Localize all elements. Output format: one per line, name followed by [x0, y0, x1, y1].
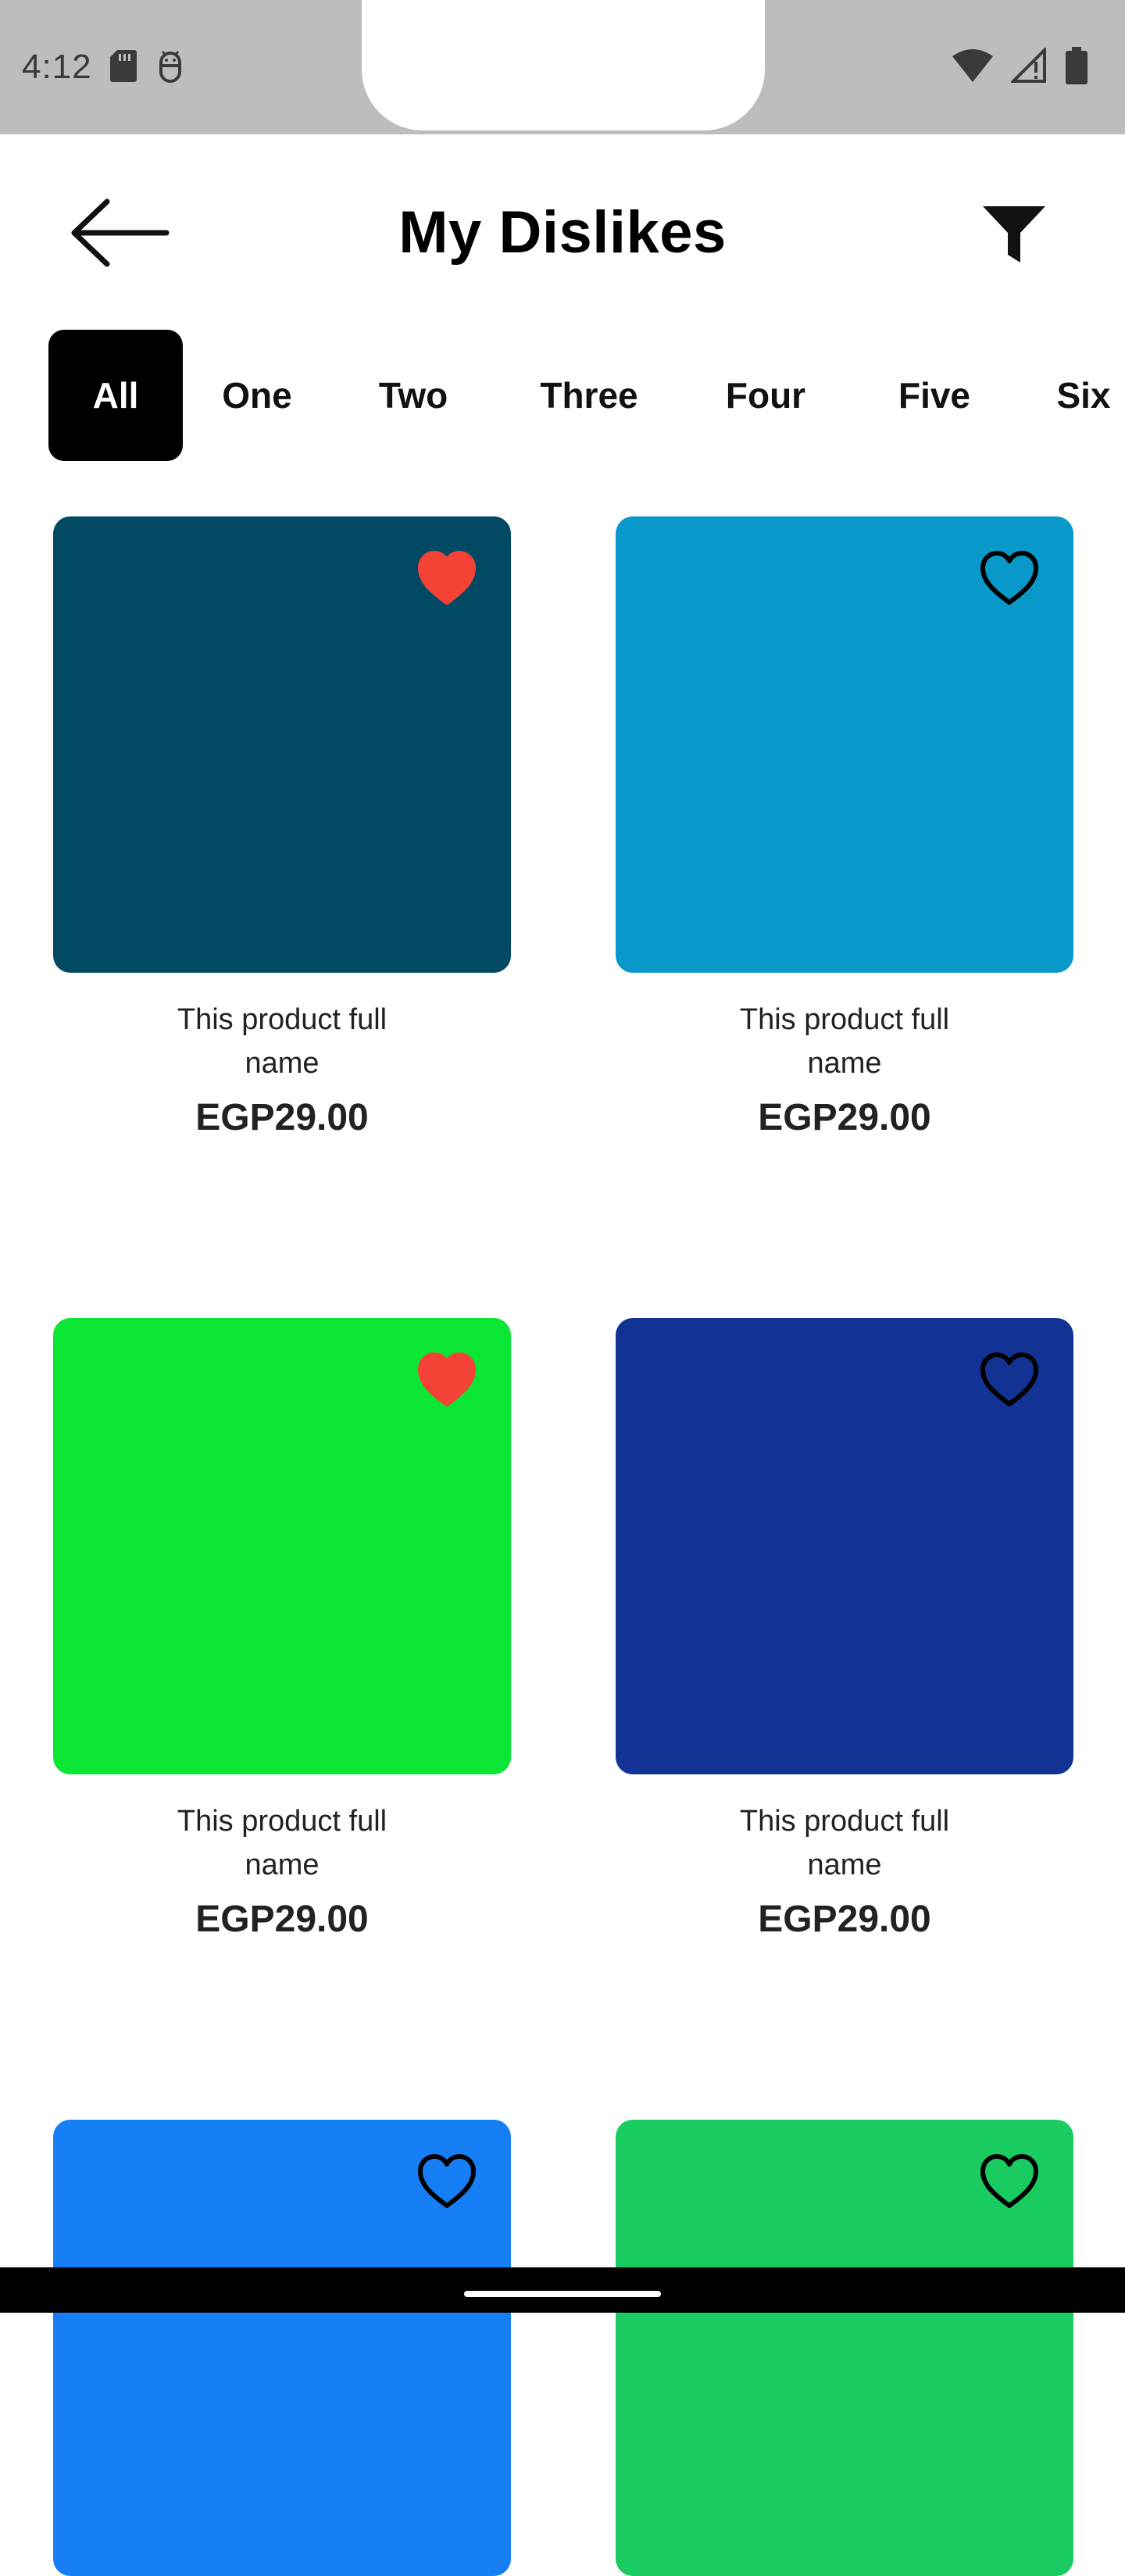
- camera-notch: [362, 0, 765, 130]
- battery-icon: [1066, 46, 1088, 88]
- product-price: EGP29.00: [758, 1097, 931, 1138]
- favorite-button[interactable]: [417, 2153, 477, 2213]
- tab-two[interactable]: Two: [339, 330, 488, 461]
- product-name: This product full name: [177, 1003, 388, 1080]
- wifi-icon: [952, 48, 994, 87]
- product-price: EGP29.00: [758, 1899, 931, 1940]
- status-bar-left: 4:12: [22, 44, 186, 91]
- product-name: This product full name: [739, 1003, 950, 1080]
- system-navigation-bar: [0, 2267, 1125, 2313]
- favorite-button[interactable]: [417, 1352, 477, 1411]
- product-card[interactable]: This product full name EGP29.00: [53, 516, 511, 1139]
- product-image[interactable]: [616, 2120, 1073, 2576]
- tab-four[interactable]: Four: [688, 330, 844, 461]
- product-card[interactable]: This product full name EGP29.00: [53, 1318, 511, 1941]
- status-bar-right: [952, 45, 1088, 89]
- product-card[interactable]: This product full name EGP29.00: [616, 516, 1073, 1139]
- filter-button[interactable]: [975, 197, 1053, 275]
- tab-three[interactable]: Three: [503, 330, 675, 461]
- product-name: This product full name: [177, 1805, 388, 1881]
- heart-icon: [417, 2153, 477, 2213]
- sd-card-icon: [109, 48, 138, 87]
- status-bar: 4:12: [0, 0, 1125, 134]
- favorite-button[interactable]: [980, 550, 1039, 609]
- tab-six[interactable]: Six: [1025, 330, 1125, 461]
- heart-icon: [417, 550, 477, 609]
- signal-icon: [1009, 45, 1048, 88]
- product-image[interactable]: [616, 516, 1073, 973]
- android-debug-icon: [155, 48, 186, 87]
- filter-icon: [983, 205, 1045, 266]
- heart-icon: [980, 2153, 1039, 2213]
- tab-one[interactable]: One: [183, 330, 331, 461]
- product-image[interactable]: [53, 2120, 511, 2576]
- product-image[interactable]: [616, 1318, 1073, 1774]
- category-tabs: All One Two Three Four Five Six: [48, 330, 1125, 461]
- page-title: My Dislikes: [398, 199, 727, 266]
- favorite-button[interactable]: [980, 2153, 1039, 2213]
- product-card[interactable]: [616, 2120, 1073, 2576]
- heart-icon: [980, 1352, 1039, 1411]
- product-price: EGP29.00: [195, 1097, 369, 1138]
- heart-icon: [980, 550, 1039, 609]
- product-card[interactable]: This product full name EGP29.00: [616, 1318, 1073, 1941]
- product-card[interactable]: [53, 2120, 511, 2576]
- heart-icon: [417, 1352, 477, 1411]
- favorite-button[interactable]: [980, 1352, 1039, 1411]
- status-time: 4:12: [22, 48, 92, 86]
- product-price: EGP29.00: [195, 1899, 369, 1940]
- app-bar: My Dislikes: [0, 134, 1125, 330]
- product-image[interactable]: [53, 1318, 511, 1774]
- home-indicator[interactable]: [464, 2291, 661, 2297]
- product-image[interactable]: [53, 516, 511, 973]
- tab-all[interactable]: All: [48, 330, 183, 461]
- tab-five[interactable]: Five: [856, 330, 1012, 461]
- product-name: This product full name: [739, 1805, 950, 1881]
- favorite-button[interactable]: [417, 550, 477, 609]
